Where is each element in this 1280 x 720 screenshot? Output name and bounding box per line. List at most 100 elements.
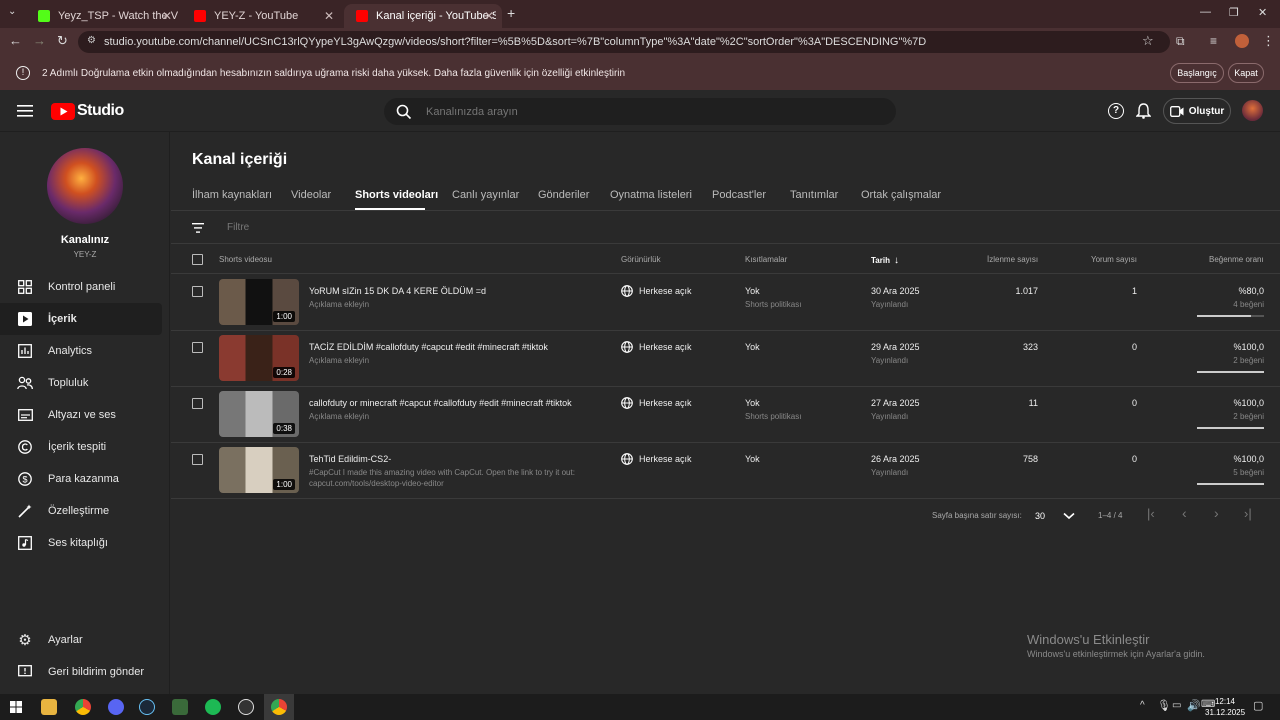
filter-icon[interactable]	[192, 223, 204, 233]
column-header-comments[interactable]: Yorum sayısı	[1091, 255, 1137, 264]
reload-icon[interactable]: ↻	[57, 33, 68, 49]
row-checkbox[interactable]	[192, 398, 203, 409]
sidebar-item-audio-library[interactable]: Ses kitaplığı	[0, 527, 162, 559]
bookmark-star-icon[interactable]: ☆	[1142, 33, 1154, 49]
video-title[interactable]: YoRUM sIZin 15 DK DA 4 KERE ÖLDÜM =d	[309, 286, 486, 296]
tab-shorts[interactable]: Shorts videoları	[355, 189, 438, 201]
video-thumbnail[interactable]: 1:00	[219, 279, 299, 325]
next-page-icon[interactable]: ›	[1214, 505, 1219, 521]
notepad-icon[interactable]	[172, 699, 188, 715]
chrome-active-icon[interactable]	[271, 699, 287, 715]
window-close-icon[interactable]: ✕	[1258, 6, 1267, 19]
tab-inspiration[interactable]: İlham kaynakları	[192, 189, 272, 201]
studio-logo[interactable]: Studio	[51, 102, 124, 120]
media-icon[interactable]: ≡	[1210, 34, 1217, 48]
network-icon[interactable]: ▭	[1172, 700, 1181, 711]
video-title[interactable]: callofduty or minecraft #capcut #callofd…	[309, 398, 572, 408]
banner-close-button[interactable]: Kapat	[1228, 63, 1264, 83]
tab-promotions[interactable]: Tanıtımlar	[790, 189, 838, 201]
extensions-icon[interactable]: ⧉	[1176, 34, 1185, 49]
table-row[interactable]: 0:38 callofduty or minecraft #capcut #cal…	[171, 387, 1280, 443]
profile-avatar-icon[interactable]	[1235, 34, 1249, 48]
column-header-date[interactable]: Tarih ↓	[871, 255, 899, 266]
video-thumbnail[interactable]: 0:28	[219, 335, 299, 381]
table-row[interactable]: 0:28 TACİZ EDİLDİM #callofduty #capcut #e…	[171, 331, 1280, 387]
help-icon[interactable]: ?	[1108, 103, 1124, 119]
tab-collaborations[interactable]: Ortak çalışmalar	[861, 189, 941, 201]
channel-search[interactable]	[384, 98, 896, 125]
close-icon[interactable]: ✕	[162, 9, 172, 23]
windows-start-icon[interactable]	[10, 701, 22, 713]
video-title[interactable]: TACİZ EDİLDİM #callofduty #capcut #edit …	[309, 342, 548, 352]
steam-icon[interactable]	[139, 699, 155, 715]
notifications-bell-icon[interactable]	[1136, 103, 1151, 119]
previous-page-icon[interactable]: ‹	[1182, 505, 1187, 521]
tab-search-icon[interactable]: ⌄	[8, 6, 16, 17]
browser-tab-3[interactable]: Kanal içeriği - YouTube Studio ✕	[344, 4, 502, 28]
close-icon[interactable]: ✕	[484, 9, 494, 23]
system-clock[interactable]: 12:14 31.12.2025	[1205, 696, 1245, 718]
tab-live[interactable]: Canlı yayınlar	[452, 189, 519, 201]
volume-icon[interactable]: 🔊	[1187, 699, 1201, 712]
minimize-icon[interactable]: —	[1200, 6, 1211, 18]
select-all-checkbox[interactable]	[192, 254, 203, 265]
row-checkbox[interactable]	[192, 342, 203, 353]
browser-tab-1[interactable]: Yeyz_TSP - Watch the VOD on K ✕	[26, 4, 180, 28]
sidebar-item-monetization[interactable]: $ Para kazanma	[0, 463, 162, 495]
hamburger-menu-icon[interactable]	[17, 104, 33, 118]
restriction-policy[interactable]: Shorts politikası	[745, 412, 801, 421]
notifications-icon[interactable]: ▢	[1253, 699, 1263, 712]
sidebar-item-settings[interactable]: ⚙ Ayarlar	[0, 624, 162, 656]
column-header-visibility[interactable]: Görünürlük	[621, 255, 661, 264]
visibility-cell[interactable]: Herkese açık	[621, 397, 692, 409]
obs-icon[interactable]	[238, 699, 254, 715]
spotify-icon[interactable]	[205, 699, 221, 715]
first-page-icon[interactable]: |‹	[1147, 506, 1155, 521]
visibility-cell[interactable]: Herkese açık	[621, 285, 692, 297]
url-field[interactable]: ⚙ studio.youtube.com/channel/UCSnC13rlQY…	[78, 31, 1170, 53]
sidebar-item-community[interactable]: Topluluk	[0, 367, 162, 399]
browser-tab-2[interactable]: YEY-Z - YouTube ✕	[182, 4, 342, 28]
browser-menu-icon[interactable]: ⋮	[1262, 33, 1275, 49]
channel-avatar[interactable]	[47, 148, 123, 224]
last-page-icon[interactable]: ›|	[1244, 506, 1252, 521]
column-header-views[interactable]: İzlenme sayısı	[987, 255, 1038, 264]
row-checkbox[interactable]	[192, 454, 203, 465]
sidebar-item-copyright[interactable]: İçerik tespiti	[0, 431, 162, 463]
sidebar-item-subtitles[interactable]: Altyazı ve ses	[0, 399, 162, 431]
video-thumbnail[interactable]: 1:00	[219, 447, 299, 493]
account-avatar[interactable]	[1242, 100, 1263, 121]
discord-icon[interactable]	[108, 699, 124, 715]
visibility-cell[interactable]: Herkese açık	[621, 341, 692, 353]
sidebar-item-content[interactable]: İçerik	[0, 303, 162, 335]
visibility-cell[interactable]: Herkese açık	[621, 453, 692, 465]
row-checkbox[interactable]	[192, 286, 203, 297]
tab-playlists[interactable]: Oynatma listeleri	[610, 189, 692, 201]
video-title[interactable]: TehTid Edildim-CS2-	[309, 454, 391, 464]
table-row[interactable]: 1:00 TehTid Edildim-CS2- #CapCut I made th…	[171, 443, 1280, 499]
sidebar-item-analytics[interactable]: Analytics	[0, 335, 162, 367]
sidebar-item-feedback[interactable]: Geri bildirim gönder	[0, 656, 162, 688]
microphone-icon[interactable]: 🎙	[1157, 699, 1171, 712]
rows-per-page-select[interactable]: 30	[1035, 508, 1081, 524]
tray-chevron-up-icon[interactable]: ^	[1140, 700, 1145, 711]
back-icon[interactable]: ←	[9, 33, 22, 48]
sidebar-item-customization[interactable]: Özelleştirme	[0, 495, 162, 527]
tab-videos[interactable]: Videolar	[291, 189, 331, 201]
create-button[interactable]: Oluştur	[1163, 98, 1231, 124]
chrome-icon[interactable]	[75, 699, 91, 715]
sidebar-item-dashboard[interactable]: Kontrol paneli	[0, 271, 162, 303]
close-icon[interactable]: ✕	[324, 9, 334, 23]
site-info-icon[interactable]: ⚙	[87, 35, 96, 46]
video-thumbnail[interactable]: 0:38	[219, 391, 299, 437]
forward-icon[interactable]: →	[33, 33, 46, 48]
search-input[interactable]	[426, 105, 866, 118]
column-header-likes[interactable]: Beğenme oranı	[1209, 255, 1264, 264]
file-explorer-icon[interactable]	[41, 699, 57, 715]
filter-input[interactable]: Filtre	[227, 222, 249, 233]
banner-start-button[interactable]: Başlangıç	[1170, 63, 1224, 83]
tab-podcasts[interactable]: Podcast'ler	[712, 189, 766, 201]
table-row[interactable]: 1:00 YoRUM sIZin 15 DK DA 4 KERE ÖLDÜM =d…	[171, 275, 1280, 331]
restriction-policy[interactable]: Shorts politikası	[745, 300, 801, 309]
new-tab-icon[interactable]: +	[507, 5, 515, 21]
